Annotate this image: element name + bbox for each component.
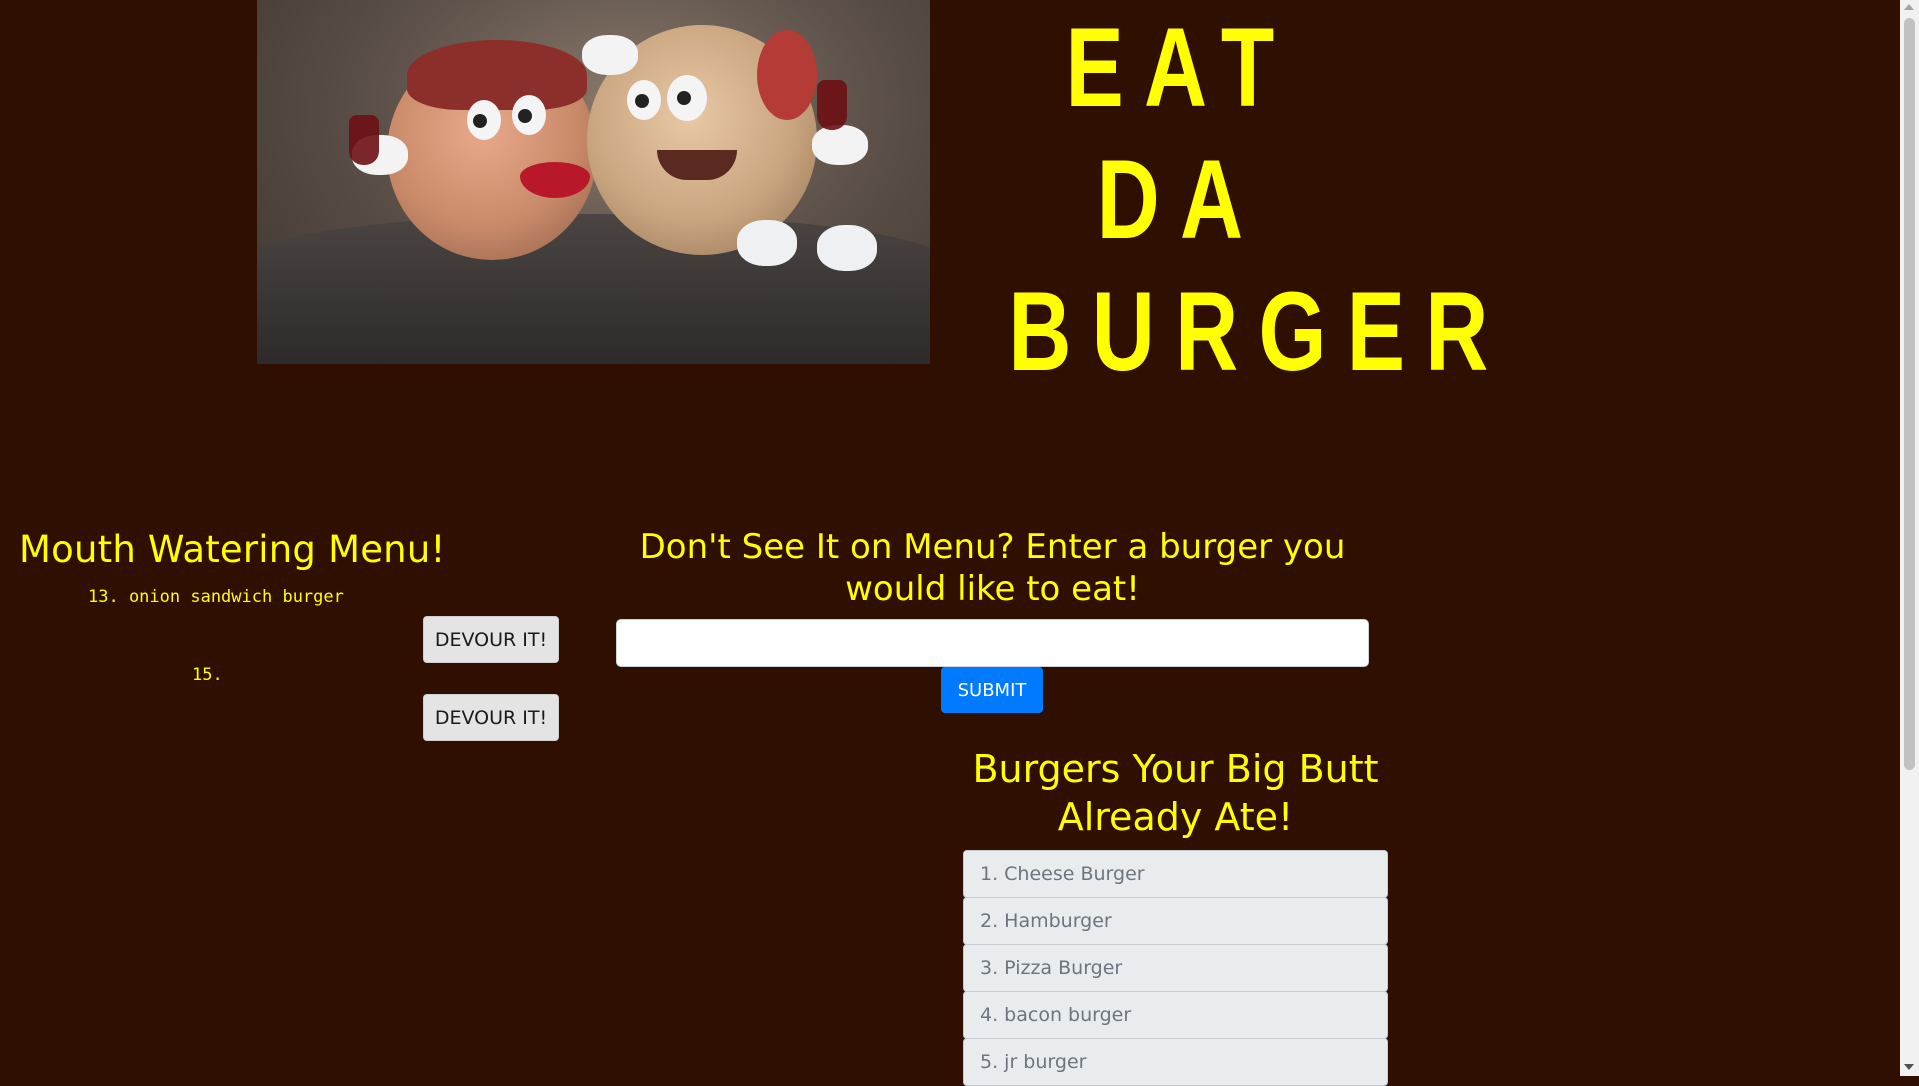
wine-glass (349, 115, 379, 165)
title-line-3: BURGER (1008, 269, 1509, 394)
scroll-up-arrow-icon[interactable] (1904, 4, 1914, 10)
vertical-scrollbar[interactable] (1900, 0, 1919, 1076)
list-item: 1. Cheese Burger (963, 850, 1388, 898)
eye (467, 100, 501, 140)
burger-hat-right (757, 30, 817, 120)
list-item: 2. Hamburger (963, 897, 1388, 945)
title-line-1: EAT (1065, 5, 1295, 130)
hero-image (257, 0, 930, 364)
devour-button[interactable]: DEVOUR IT! (423, 616, 559, 663)
eye (627, 80, 661, 120)
shoe (737, 220, 797, 266)
list-item: 3. Pizza Burger (963, 944, 1388, 992)
scrollbar-thumb[interactable] (1904, 18, 1915, 770)
glove (812, 125, 868, 165)
burger-hat-left (407, 40, 587, 110)
eaten-heading: Burgers Your Big Butt Already Ate! (972, 747, 1379, 839)
burger-name-input[interactable] (616, 619, 1369, 667)
page-title: EAT DA BURGER (960, 0, 1509, 398)
scroll-down-arrow-icon[interactable] (1904, 1064, 1914, 1070)
submit-button[interactable]: SUBMIT (941, 667, 1043, 713)
eaten-list: 1. Cheese Burger 2. Hamburger 3. Pizza B… (963, 850, 1388, 1086)
menu-item-text: 13. onion sandwich burger (88, 587, 344, 607)
wine-glass (817, 80, 847, 130)
submit-heading: Don't See It on Menu? Enter a burger you… (639, 527, 1346, 609)
list-item: 5. jr burger (963, 1038, 1388, 1086)
menu-item-text: 15. (192, 665, 223, 685)
page: EAT DA BURGER Mouth Watering Menu! 13. o… (0, 0, 1900, 1086)
eye (512, 95, 546, 135)
shoe (817, 225, 877, 271)
glove (582, 35, 638, 75)
eye (667, 75, 707, 121)
menu-heading: Mouth Watering Menu! (19, 528, 446, 571)
title-line-2: DA (1096, 137, 1264, 262)
devour-button[interactable]: DEVOUR IT! (423, 694, 559, 741)
list-item: 4. bacon burger (963, 991, 1388, 1039)
